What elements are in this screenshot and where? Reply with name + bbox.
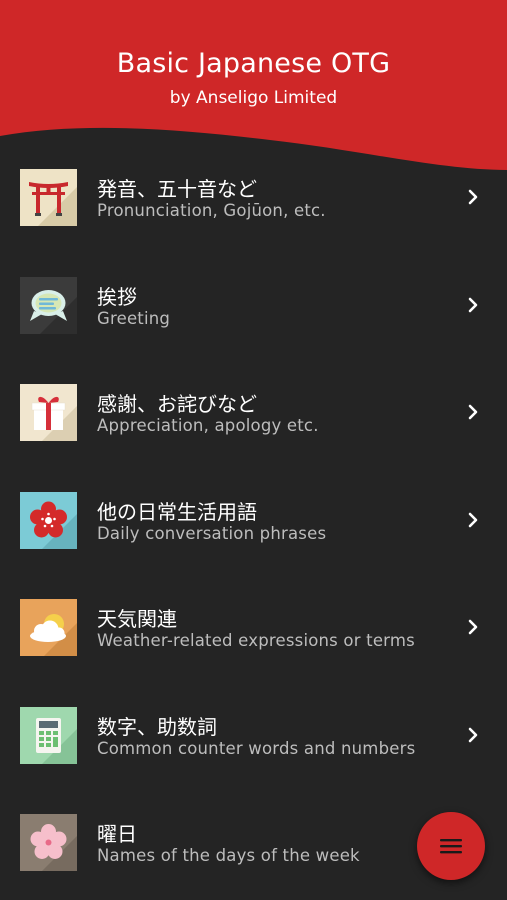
app-title: Basic Japanese OTG [116,48,391,79]
app-subtitle: by Anseligo Limited [169,88,338,108]
chevron-right-icon [468,189,478,205]
list-item-appreciation[interactable]: 感謝、お詫びなど Appreciation, apology etc. [0,358,507,466]
list-item-numbers[interactable]: 数字、助数詞 Common counter words and numbers [0,681,507,789]
item-title-jp: 数字、助数詞 [97,714,217,739]
item-title-jp: 天気関連 [97,607,177,631]
item-title-jp: 曜日 [97,822,137,846]
list-item-greeting[interactable]: 挨拶 Greeting [0,251,507,359]
item-subtitle-en: Common counter words and numbers [97,738,416,758]
chevron-right-icon [468,404,478,420]
plum-blossom-icon [20,491,77,549]
chevron-right-icon [468,619,478,635]
torii-gate-icon [20,169,77,226]
item-subtitle-en: Greeting [97,308,171,328]
chevron-right-icon [468,512,478,527]
item-title-jp: 発音、五十音など [97,177,257,201]
speech-bubbles-icon [20,276,77,334]
item-subtitle-en: Pronunciation, Gojūon, etc. [97,201,326,220]
sun-cloud-icon [20,599,77,656]
item-title-jp: 感謝、お詫びなど [97,392,257,416]
item-title-jp: 挨拶 [97,284,137,309]
list-item-pronunciation[interactable]: 発音、五十音など Pronunciation, Gojūon, etc. [0,143,507,251]
gift-box-icon [20,384,77,441]
cherry-blossom-icon [20,814,77,871]
list-item-daily-phrases[interactable]: 他の日常生活用語 Daily conversation phrases [0,466,507,574]
item-subtitle-en: Appreciation, apology etc. [97,416,319,435]
menu-icon [440,839,462,854]
list-item-weather[interactable]: 天気関連 Weather-related expressions or term… [0,573,507,681]
item-subtitle-en: Weather-related expressions or terms [97,631,415,650]
category-list: 発音、五十音など Pronunciation, Gojūon, etc. 挨拶 … [0,143,507,896]
item-title-jp: 他の日常生活用語 [97,499,257,524]
calculator-icon [20,706,77,764]
menu-fab-button[interactable] [417,812,485,880]
item-subtitle-en: Names of the days of the week [97,846,360,865]
chevron-right-icon [468,727,478,742]
chevron-right-icon [468,297,478,312]
item-subtitle-en: Daily conversation phrases [97,523,327,543]
